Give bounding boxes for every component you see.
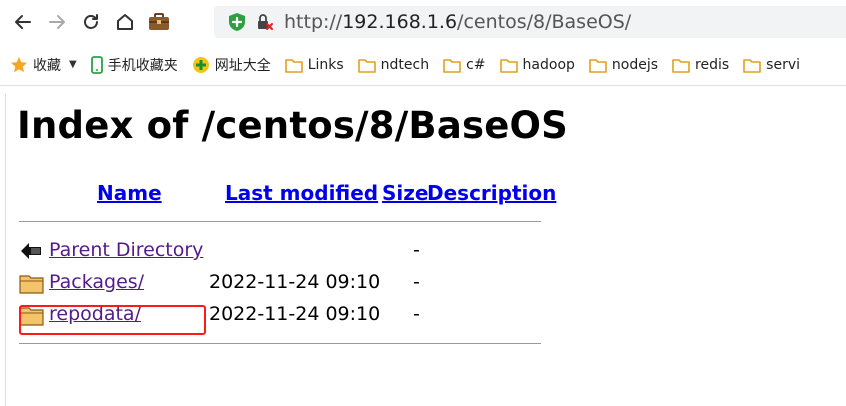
bookmark-label: c# [466,56,486,73]
sort-by-last-modified-link[interactable]: Last modified [225,181,378,205]
folder-icon [589,58,607,73]
url-text[interactable]: http://192.168.1.6/centos/8/BaseOS/ [284,11,631,33]
parent-directory-link[interactable]: Parent Directory [49,239,203,261]
shield-icon[interactable] [228,12,246,32]
star-icon [11,56,27,72]
column-header-description[interactable]: Description [427,181,556,205]
bookmark-label: hadoop [522,56,575,73]
file-size: - [413,271,420,293]
bookmark-folder-ndtech[interactable]: ndtech [357,56,430,73]
bookmark-folder-redis[interactable]: redis [672,57,729,73]
directory-site-icon [192,56,209,73]
bookmark-label: nodejs [611,56,659,73]
bookmark-label: servi [766,56,801,73]
folder-icon [672,58,690,73]
url-scheme: http:// [284,11,343,33]
bookmark-folder-hadoop[interactable]: hadoop [499,56,575,73]
footer-divider [19,343,541,344]
modified-date: 2022-11-24 09:10 [209,271,381,293]
phone-icon [90,55,103,74]
folder-icon [284,58,303,73]
page-left-border [5,94,6,406]
bookmark-label: 收藏 [33,57,61,74]
packages-link[interactable]: Packages/ [49,271,144,293]
modified-date: 2022-11-24 09:10 [209,303,381,325]
bookmark-label: Links [307,56,344,73]
bookmark-favorites[interactable]: 收藏 ▼ [10,55,77,75]
listing-row-packages: Packages/ 2022-11-24 09:10 - [19,271,539,297]
chevron-down-icon[interactable]: ▼ [69,59,77,70]
reload-button[interactable] [76,7,106,37]
forward-button[interactable] [42,7,72,37]
bookmark-folder-servi[interactable]: servi [743,57,800,73]
url-host: 192.168.1.6 [342,11,458,33]
home-icon [117,14,133,30]
bookmark-label: 网址大全 [214,57,271,74]
bookmark-label: ndtech [380,56,430,73]
column-header-size[interactable]: Size [382,181,428,205]
home-button[interactable] [110,7,140,37]
header-divider [19,221,541,222]
bookmark-label: 手机收藏夹 [107,57,178,74]
back-arrow-icon [15,15,31,29]
folder-icon [743,58,761,73]
column-header-last-modified[interactable]: Last modified [225,181,378,205]
folder-icon [499,58,518,73]
sort-by-size-link[interactable]: Size [382,181,428,205]
url-path: /centos/8/BaseOS/ [457,11,632,33]
sort-by-name-link[interactable]: Name [97,181,162,205]
reload-icon [84,14,98,29]
column-header-name[interactable]: Name [97,181,162,205]
forward-arrow-icon [49,15,65,29]
listing-row-parent: Parent Directory - [19,239,539,265]
bookmarks-bar: 收藏 ▼ 手机收藏夹 网址大全 Links ndtech c# hadoop n… [0,44,846,86]
back-arrow-icon [21,243,41,259]
folder-icon [443,58,461,73]
briefcase-icon [149,13,169,30]
folder-icon [357,58,376,73]
browser-toolbar: http://192.168.1.6/centos/8/BaseOS/ [0,0,846,44]
sort-by-description-link[interactable]: Description [427,181,556,205]
page-content: Index of /centos/8/BaseOS Name Last modi… [0,86,846,406]
insecure-lock-icon[interactable] [256,13,274,31]
bookmark-url-directory[interactable]: 网址大全 [192,55,271,75]
page-title: Index of /centos/8/BaseOS [17,104,569,147]
briefcase-button[interactable] [144,7,174,37]
address-bar[interactable]: http://192.168.1.6/centos/8/BaseOS/ [214,6,846,38]
highlight-box [19,305,206,335]
folder-icon [19,275,44,294]
bookmark-label: redis [695,56,730,73]
file-size: - [413,303,420,325]
bookmark-folder-nodejs[interactable]: nodejs [589,57,658,73]
back-button[interactable] [8,7,38,37]
bookmark-folder-links[interactable]: Links [284,56,344,73]
bookmark-mobile-favorites[interactable]: 手机收藏夹 [90,55,178,75]
bookmark-folder-csharp[interactable]: c# [443,56,486,73]
file-size: - [413,239,420,261]
